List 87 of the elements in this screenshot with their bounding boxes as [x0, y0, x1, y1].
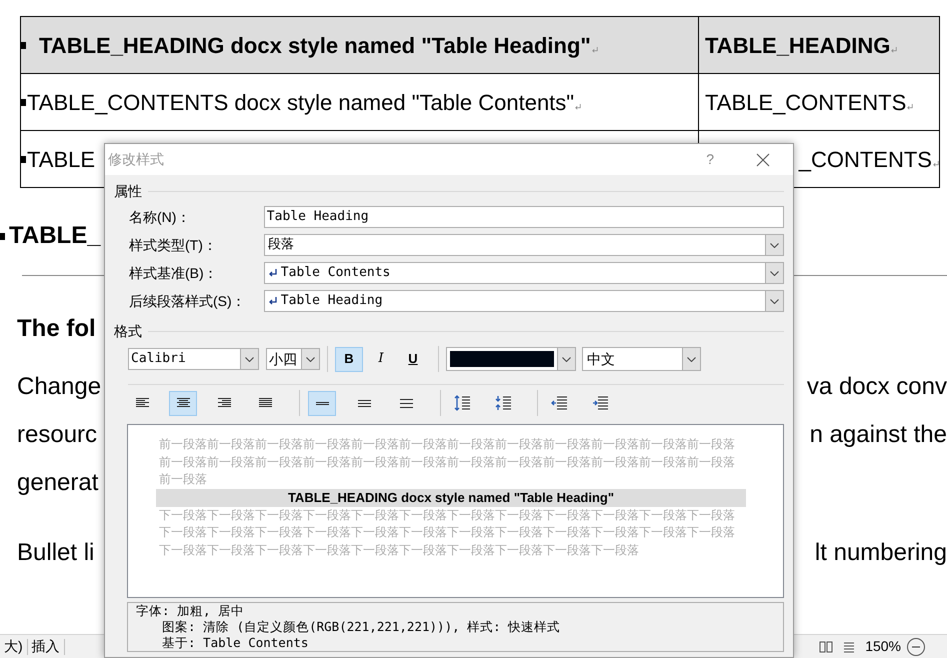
- caret-icon: [687, 356, 696, 362]
- caret-icon: [306, 356, 315, 362]
- description-line: 图案: 清除 (自定义颜色(RGB(221,221,221))), 样式: 快速样式: [161, 619, 562, 635]
- body-text: lt numbering: [814, 538, 947, 568]
- select-value: Calibri: [131, 350, 187, 368]
- font-size-select[interactable]: 小四: [266, 348, 320, 370]
- dropdown-button[interactable]: [765, 263, 783, 283]
- select-value: 段落: [268, 236, 295, 254]
- description-line: 基于: Table Contents: [161, 635, 310, 651]
- bold-button[interactable]: B: [335, 346, 363, 372]
- status-item[interactable]: 大): [0, 636, 27, 657]
- table-cell-text: TABLE_CONTENTS: [705, 88, 906, 116]
- body-text: n against the: [810, 420, 947, 450]
- style-select[interactable]: 段落: [264, 234, 784, 256]
- style-select[interactable]: Table Heading: [264, 290, 784, 312]
- field-label: 样式基准(B)：: [129, 264, 219, 283]
- description-line: 字体: 加粗, 居中: [136, 603, 246, 619]
- align-left-icon: [136, 398, 148, 408]
- select-value: Table Contents: [280, 264, 392, 282]
- table-cell-text: TABLE: [27, 146, 96, 174]
- select-value: 中文: [587, 350, 616, 368]
- align-right-icon: [218, 398, 230, 408]
- return-mark-icon: [575, 102, 582, 110]
- minus-icon: [912, 646, 920, 648]
- paragraph-space-decrease-icon: [495, 395, 511, 411]
- style-select[interactable]: Table Contents: [264, 262, 784, 284]
- caret-icon: [770, 242, 779, 248]
- body-text: resourc: [17, 420, 98, 450]
- print-layout-icon[interactable]: [843, 640, 856, 652]
- paragraph-mark-icon: [0, 232, 5, 240]
- section-title: 格式: [114, 322, 142, 341]
- status-item[interactable]: 插入: [28, 636, 64, 657]
- font-color-select[interactable]: [446, 347, 576, 371]
- section-title: 属性: [114, 182, 142, 201]
- paragraph-space-increase-icon: [454, 395, 470, 411]
- field-label: 样式类型(T)：: [129, 236, 218, 255]
- table-heading-cell-text: TABLE_HEADING docx style named "Table Heading": [39, 32, 591, 60]
- body-text: Bullet li: [17, 538, 94, 568]
- help-button[interactable]: ?: [706, 149, 714, 170]
- field-label: 名称(N)：: [129, 208, 192, 227]
- table-cell-text: _CONTENTS: [798, 146, 932, 174]
- input-value: Table Heading: [266, 208, 369, 226]
- caret-icon: [245, 356, 254, 362]
- zoom-level[interactable]: 150%: [865, 636, 901, 657]
- line-spacing-onehalf-icon: [358, 398, 370, 408]
- return-mark-icon: [891, 46, 898, 54]
- return-mark-icon: [907, 102, 914, 110]
- indent-decrease-icon: [551, 396, 567, 410]
- align-center-button[interactable]: [169, 390, 197, 416]
- body-text: va docx conv: [806, 372, 947, 402]
- heading-text: TABLE_: [9, 221, 101, 251]
- italic-button[interactable]: I: [367, 346, 395, 372]
- font-select[interactable]: Calibri: [128, 348, 259, 370]
- dropdown-button[interactable]: [765, 291, 783, 311]
- caret-icon: [770, 298, 779, 304]
- dropdown-button[interactable]: [765, 235, 783, 255]
- body-text: generat: [17, 468, 98, 498]
- line-spacing-single-button[interactable]: [308, 390, 336, 416]
- caret-icon: [562, 356, 571, 362]
- return-mark-icon: [933, 160, 939, 168]
- dropdown-button[interactable]: [682, 348, 700, 370]
- close-icon[interactable]: [756, 152, 770, 166]
- name-input[interactable]: Table Heading: [264, 206, 784, 228]
- align-center-icon: [176, 398, 190, 408]
- underline-button[interactable]: U: [399, 346, 427, 372]
- align-justify-icon: [258, 398, 272, 408]
- select-value: 小四: [269, 350, 298, 368]
- line-spacing-double-icon: [400, 398, 412, 408]
- table-heading-cell-text: TABLE_HEADING: [705, 32, 890, 60]
- zoom-out-button[interactable]: [907, 638, 925, 656]
- table-cell-text: TABLE_CONTENTS docx style named "Table Contents": [27, 88, 574, 117]
- read-mode-icon[interactable]: [819, 640, 834, 652]
- return-mark-icon: [592, 46, 598, 54]
- indent-increase-icon: [592, 396, 608, 410]
- subheading-text: The fol: [17, 315, 96, 342]
- field-label: 后续段落样式(S)：: [129, 292, 247, 311]
- dropdown-button[interactable]: [557, 348, 575, 370]
- caret-icon: [770, 270, 779, 276]
- preview-next-paragraph: 下一段落下一段落下一段落下一段落下一段落下一段落下一段落下一段落下一段落下一段落下一段落下一段落下一段落下一段落下一段落下一段落下一段落下一段落下一段落下一段落下一段落下一段落下一段落下一段落下一段落下一段落下一段落下一段落下一段落下一段落下一段落下一段落下一段落下一段落: [159, 506, 736, 558]
- preview-sample: TABLE_HEADING docx style named "Table Heading": [156, 488, 746, 506]
- language-select[interactable]: 中文: [582, 347, 701, 371]
- dropdown-button[interactable]: [301, 349, 319, 369]
- dialog-title: 修改样式: [107, 150, 165, 169]
- dropdown-button[interactable]: [240, 349, 258, 369]
- body-text: Change: [17, 372, 102, 402]
- preview-previous-paragraph: 前一段落前一段落前一段落前一段落前一段落前一段落前一段落前一段落前一段落前一段落前一段落前一段落前一段落前一段落前一段落前一段落前一段落前一段落前一段落前一段落前一段落前一段落前一段落前一段落前一段落: [159, 436, 736, 488]
- select-value: Table Heading: [280, 292, 384, 310]
